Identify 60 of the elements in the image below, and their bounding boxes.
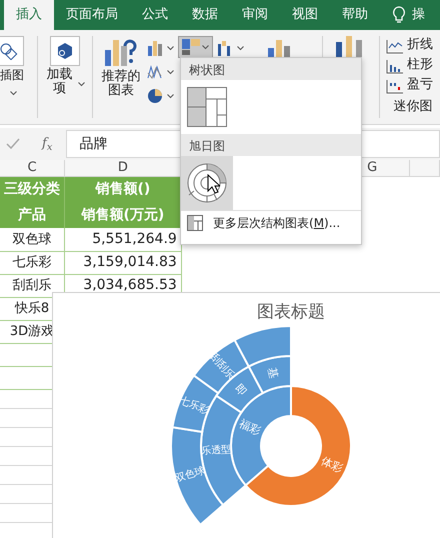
- ribbon-tab[interactable]: 插入: [4, 0, 54, 30]
- group-label: 迷你图: [394, 100, 432, 114]
- segment-label: 基: [265, 366, 281, 380]
- waterfall-chart-icon[interactable]: [217, 40, 233, 56]
- chart-segment[interactable]: [234, 325, 292, 368]
- addin-icon[interactable]: [50, 36, 80, 66]
- function-button[interactable]: f$_{x}$: [42, 134, 52, 154]
- treemap-icon: [187, 87, 227, 127]
- header-cell: 三级分类: [0, 176, 64, 202]
- segment-label: 体彩: [319, 454, 345, 476]
- more-charts-link[interactable]: 更多层次结构图表(M)...: [213, 214, 340, 232]
- header-cell: 销售额(): [64, 176, 182, 202]
- checkmark-icon[interactable]: [6, 138, 20, 150]
- chart-area[interactable]: 图表标题 福彩 乐透型 双色球 七乐彩 即 刮刮乐 基 体彩: [52, 292, 440, 538]
- line-chart-icon[interactable]: [147, 64, 163, 80]
- caret-icon: [202, 44, 209, 50]
- ribbon-tab[interactable]: 公式: [130, 0, 180, 30]
- header-cell: 产品: [0, 202, 64, 228]
- segment-label: 刮刮乐: [208, 352, 236, 382]
- chart-title[interactable]: 图表标题: [257, 302, 325, 322]
- treemap-icon: [182, 39, 200, 55]
- column-chart-icon[interactable]: [147, 40, 163, 56]
- section-header: 树状图: [181, 58, 361, 80]
- shapes-icon[interactable]: [0, 36, 24, 66]
- table-cell: 双色球: [0, 228, 64, 251]
- sparkline-button[interactable]: 盈亏: [407, 76, 433, 94]
- ribbon-tab[interactable]: 页面布局: [54, 0, 130, 30]
- ribbon-tab[interactable]: 数据: [180, 0, 230, 30]
- mouse-pointer-icon: [207, 174, 220, 194]
- segment-label: 双色球: [174, 465, 206, 484]
- caret-icon: [78, 82, 84, 88]
- sparkline-button[interactable]: 柱形: [407, 56, 433, 74]
- column-header[interactable]: C: [0, 160, 64, 176]
- table-cell: 3,159,014.83: [64, 251, 182, 274]
- segment-label: 即: [232, 382, 250, 399]
- recommended-charts-button[interactable]: 推荐的图表: [99, 70, 143, 98]
- section-header: 旭日图: [181, 134, 361, 156]
- tell-me-label[interactable]: 操: [410, 0, 427, 30]
- ribbon-tab[interactable]: 视图: [280, 0, 330, 30]
- hierarchy-chart-icon: [187, 215, 203, 231]
- header-cell: 销售额(万元): [64, 202, 182, 228]
- caret-icon: [237, 46, 244, 50]
- pie-chart-icon[interactable]: [147, 88, 163, 104]
- caret-icon: [10, 91, 17, 96]
- caret-icon: [167, 46, 174, 50]
- group-label[interactable]: 插图: [0, 68, 24, 82]
- caret-icon: [167, 94, 174, 98]
- segment-label: 七乐彩: [178, 394, 210, 417]
- sparkline-button[interactable]: 折线: [407, 36, 433, 54]
- ribbon-tab[interactable]: 帮助: [330, 0, 380, 30]
- hierarchy-chart-button[interactable]: [178, 36, 213, 58]
- table-cell: 七乐彩: [0, 251, 64, 274]
- lightbulb-icon[interactable]: [392, 6, 406, 24]
- chart-type-option[interactable]: [181, 156, 233, 210]
- column-header[interactable]: D: [64, 160, 182, 176]
- caret-icon: [167, 70, 174, 74]
- segment-label: 福彩: [237, 416, 263, 438]
- segment-label: 乐透型: [200, 444, 232, 457]
- ribbon-tab[interactable]: 审阅: [230, 0, 280, 30]
- addins-button[interactable]: 加载项: [46, 68, 74, 96]
